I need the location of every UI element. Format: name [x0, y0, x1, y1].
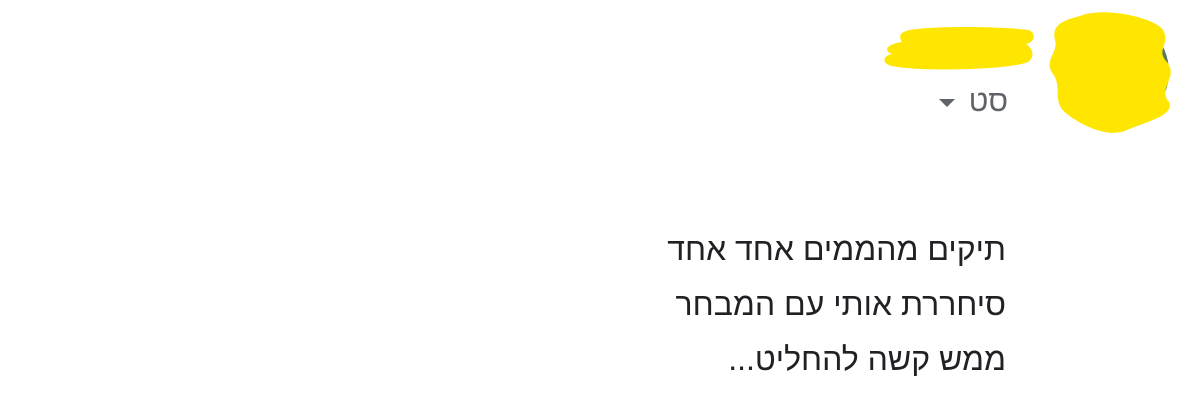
- post-text-line: ממש קשה להחליט...: [728, 341, 1006, 377]
- audience-label: סט: [968, 85, 1008, 118]
- post-text-line: סיחררת אותי עם המבחר: [675, 286, 1006, 322]
- post-card: סט תיקים מהממים אחד אחד סיחררת אותי עם ה…: [0, 0, 1191, 411]
- avatar-redaction: [1049, 12, 1171, 133]
- username-redaction: [880, 20, 1040, 75]
- chevron-down-icon: [938, 99, 955, 107]
- post-body: תיקים מהממים אחד אחד סיחררת אותי עם המבח…: [406, 222, 1006, 387]
- audience-selector[interactable]: סט: [938, 84, 1008, 120]
- avatar[interactable]: [1045, 10, 1175, 135]
- post-text-line: תיקים מהממים אחד אחד: [667, 231, 1006, 267]
